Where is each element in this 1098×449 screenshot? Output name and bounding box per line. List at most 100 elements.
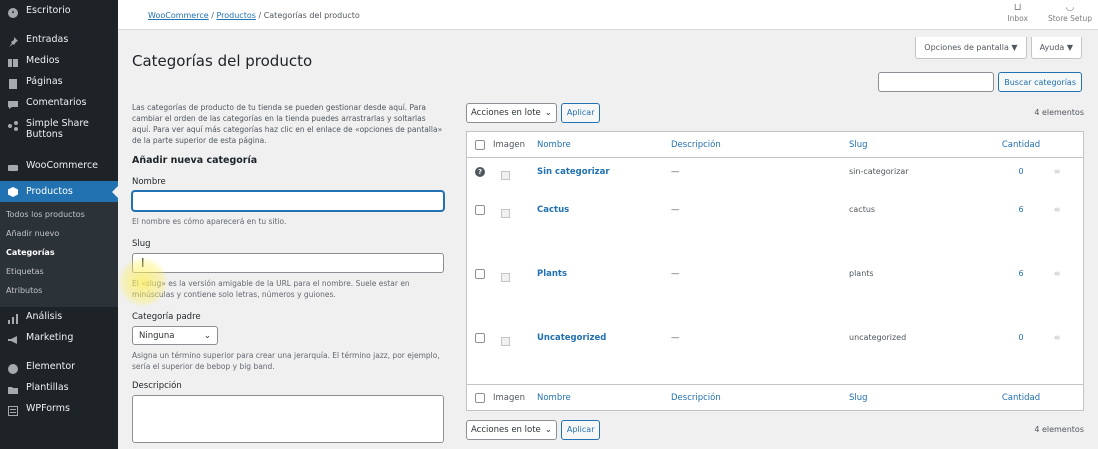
table-row[interactable]: Uncategorized — uncategorized 0 ≡	[467, 324, 1083, 384]
megaphone-icon	[6, 333, 20, 347]
table-footer: Imagen Nombre Descripción Slug Cantidad	[467, 384, 1083, 410]
slug-help: El «slug» es la versión amigable de la U…	[132, 279, 410, 299]
col-slug-footer[interactable]: Slug	[849, 393, 995, 403]
apply-button-bottom[interactable]: Aplicar	[560, 419, 601, 440]
help-button[interactable]: Ayuda ▼	[1030, 37, 1082, 59]
row-checkbox[interactable]	[475, 269, 485, 279]
admin-sidebar: Escritorio Entradas Medios Páginas Comen…	[0, 0, 118, 449]
description-textarea[interactable]	[132, 395, 444, 443]
menu-item-woocommerce[interactable]: WooCommerce	[0, 160, 118, 181]
col-count[interactable]: Cantidad	[995, 140, 1047, 150]
row-name[interactable]: Uncategorized	[537, 324, 671, 343]
row-description: —	[671, 269, 680, 279]
drag-handle-icon[interactable]: ≡	[1047, 196, 1067, 214]
submenu-etiquetas[interactable]: Etiquetas	[0, 264, 118, 283]
drag-handle-icon[interactable]: ≡	[1047, 260, 1067, 278]
row-checkbox[interactable]	[475, 333, 485, 343]
intro-text: Las categorías de producto de tu tienda …	[132, 103, 443, 145]
row-count[interactable]: 6	[995, 196, 1047, 214]
bulk-actions-select-bottom[interactable]: Acciones en lote ⌄	[466, 419, 557, 440]
col-count-footer[interactable]: Cantidad	[995, 393, 1047, 403]
menu-item-marketing[interactable]: Marketing	[0, 332, 118, 353]
menu-item-plantillas[interactable]: Plantillas	[0, 382, 118, 403]
menu-label: Entradas	[26, 34, 69, 45]
parent-selected-value: Ninguna	[139, 330, 175, 341]
slug-field[interactable]: I	[132, 253, 444, 273]
row-name[interactable]: Plants	[537, 260, 671, 279]
media-icon	[6, 56, 20, 70]
col-name-footer[interactable]: Nombre	[537, 393, 671, 403]
menu-item-analisis[interactable]: Análisis	[0, 311, 118, 332]
menu-item-simple-share-buttons[interactable]: Simple Share Buttons	[0, 118, 118, 152]
parent-category-select[interactable]: Ninguna ⌄	[132, 326, 218, 345]
bulk-actions-value: Acciones en lote	[471, 424, 541, 435]
table-header: Imagen Nombre Descripción Slug Cantidad	[467, 132, 1083, 158]
screen-meta-links: Opciones de pantalla ▼ Ayuda ▼	[915, 37, 1082, 59]
page-title: Categorías del producto	[132, 52, 313, 70]
menu-item-comentarios[interactable]: Comentarios	[0, 97, 118, 118]
row-name[interactable]: Sin categorizar	[537, 158, 671, 177]
col-description-footer[interactable]: Descripción	[671, 393, 849, 403]
placeholder-image-icon	[501, 337, 510, 346]
submenu-todos-los-productos[interactable]: Todos los productos	[0, 207, 118, 226]
woocommerce-icon	[6, 161, 20, 175]
table-row[interactable]: Plants — plants 6 ≡	[467, 260, 1083, 324]
row-description: —	[671, 333, 680, 343]
pin-icon	[6, 35, 20, 49]
select-all-checkbox[interactable]	[475, 139, 485, 150]
menu-item-entradas[interactable]: Entradas	[0, 34, 118, 55]
folder-icon	[6, 383, 20, 397]
submenu-anadir-nuevo[interactable]: Añadir nuevo	[0, 226, 118, 245]
placeholder-image-icon	[501, 171, 510, 180]
menu-item-wpforms[interactable]: WPForms	[0, 403, 118, 424]
menu-item-productos[interactable]: Productos	[0, 181, 118, 202]
apply-button[interactable]: Aplicar	[560, 102, 601, 123]
submenu-atributos[interactable]: Atributos	[0, 283, 118, 302]
col-slug[interactable]: Slug	[849, 140, 995, 150]
inbox-label: Inbox	[1007, 14, 1028, 23]
name-field[interactable]	[132, 191, 444, 211]
breadcrumb-woocommerce[interactable]: WooCommerce	[148, 11, 209, 20]
select-all-checkbox-bottom[interactable]	[475, 392, 485, 403]
parent-label: Categoría padre	[132, 312, 201, 322]
col-description[interactable]: Descripción	[671, 140, 849, 150]
row-count[interactable]: 0	[995, 158, 1047, 176]
row-slug: plants	[849, 269, 874, 278]
row-checkbox[interactable]	[475, 205, 485, 215]
breadcrumb-separator: /	[258, 11, 262, 20]
col-image: Imagen	[493, 139, 526, 150]
placeholder-image-icon	[501, 273, 510, 282]
search-categories-button[interactable]: Buscar categorías	[998, 72, 1082, 92]
name-help: El nombre es cómo aparecerá en tu sitio.	[132, 217, 287, 226]
menu-item-elementor[interactable]: Elementor	[0, 361, 118, 382]
drag-handle-icon[interactable]: ≡	[1047, 324, 1067, 342]
col-name[interactable]: Nombre	[537, 140, 671, 150]
items-count: 4 elementos	[1034, 108, 1084, 117]
row-count[interactable]: 0	[995, 324, 1047, 342]
table-row[interactable]: Cactus — cactus 6 ≡	[467, 196, 1083, 260]
drag-handle-icon[interactable]: ≡	[1047, 158, 1067, 176]
col-image-footer: Imagen	[493, 392, 526, 403]
submenu-categorias[interactable]: Categorías	[0, 245, 118, 264]
store-setup-button[interactable]: ◡ Store Setup	[1048, 2, 1092, 23]
breadcrumb-productos[interactable]: Productos	[216, 11, 255, 20]
menu-item-paginas[interactable]: Páginas	[0, 76, 118, 97]
row-name[interactable]: Cactus	[537, 196, 671, 215]
table-row[interactable]: ? Sin categorizar — sin-categorizar 0 ≡	[467, 158, 1083, 196]
search-categories-input[interactable]	[878, 72, 995, 92]
row-count[interactable]: 6	[995, 260, 1047, 278]
screen-options-button[interactable]: Opciones de pantalla ▼	[915, 37, 1027, 59]
form-title: Añadir nueva categoría	[132, 155, 258, 166]
inbox-button[interactable]: ⊔ Inbox	[1007, 2, 1028, 23]
share-icon	[6, 119, 20, 133]
menu-label: Páginas	[26, 76, 63, 87]
help-icon[interactable]: ?	[475, 167, 485, 177]
bulk-actions-select[interactable]: Acciones en lote ⌄	[466, 102, 557, 123]
elementor-icon	[6, 362, 20, 376]
menu-item-escritorio[interactable]: Escritorio	[0, 5, 118, 26]
products-icon	[6, 185, 20, 199]
menu-item-medios[interactable]: Medios	[0, 55, 118, 76]
menu-label: Productos	[26, 186, 73, 197]
comments-icon	[6, 98, 20, 112]
row-description: —	[671, 167, 680, 177]
